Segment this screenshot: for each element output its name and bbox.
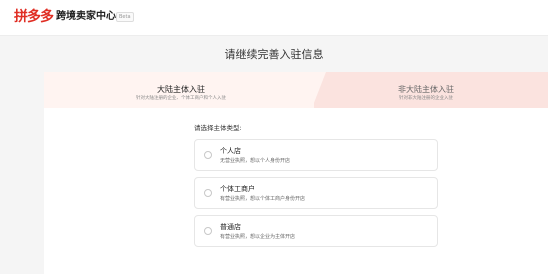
tab-label: 大陆主体入驻 [157, 85, 205, 94]
entity-type-label: 请选择主体类型: [194, 124, 242, 132]
tab-description: 针对大陆注册的企业、个体工商户和个人入驻 [136, 96, 226, 101]
option-title: 普通店 [220, 223, 241, 231]
radio-icon[interactable] [204, 151, 212, 159]
option-description: 有营业执照，想以企业为主体开店 [220, 234, 296, 240]
radio-icon[interactable] [204, 227, 212, 235]
onboarding-card: 非大陆主体入驻 针对非大陆注册的企业入驻 大陆主体入驻 针对大陆注册的企业、个体… [44, 72, 548, 274]
option-regular-store[interactable]: 普通店 有营业执照，想以企业为主体开店 [194, 215, 438, 247]
tab-mainland-entity[interactable]: 大陆主体入驻 针对大陆注册的企业、个体工商户和个人入驻 [44, 72, 314, 108]
option-title: 个体工商户 [220, 185, 255, 193]
page-title: 请继续完善入驻信息 [224, 48, 324, 61]
option-sole-proprietor[interactable]: 个体工商户 有营业执照，想以个体工商户身份开店 [194, 177, 438, 209]
option-description: 有营业执照，想以个体工商户身份开店 [220, 196, 306, 202]
tab-divider [312, 72, 326, 108]
tab-description: 针对非大陆注册的企业入驻 [399, 96, 453, 101]
radio-icon[interactable] [204, 189, 212, 197]
option-title: 个人店 [220, 147, 241, 155]
beta-badge: Beta [116, 12, 134, 22]
pinduoduo-logo[interactable]: 拼多多 [14, 8, 54, 26]
tab-overseas-entity[interactable]: 非大陆主体入驻 针对非大陆注册的企业入驻 [314, 72, 548, 108]
tab-label: 非大陆主体入驻 [398, 85, 454, 94]
top-bar: 拼多多 跨境卖家中心 Beta [0, 0, 548, 36]
portal-title: 跨境卖家中心 [56, 11, 116, 22]
option-individual-store[interactable]: 个人店 无营业执照，想以个人身份开店 [194, 139, 438, 171]
option-description: 无营业执照，想以个人身份开店 [220, 158, 291, 164]
